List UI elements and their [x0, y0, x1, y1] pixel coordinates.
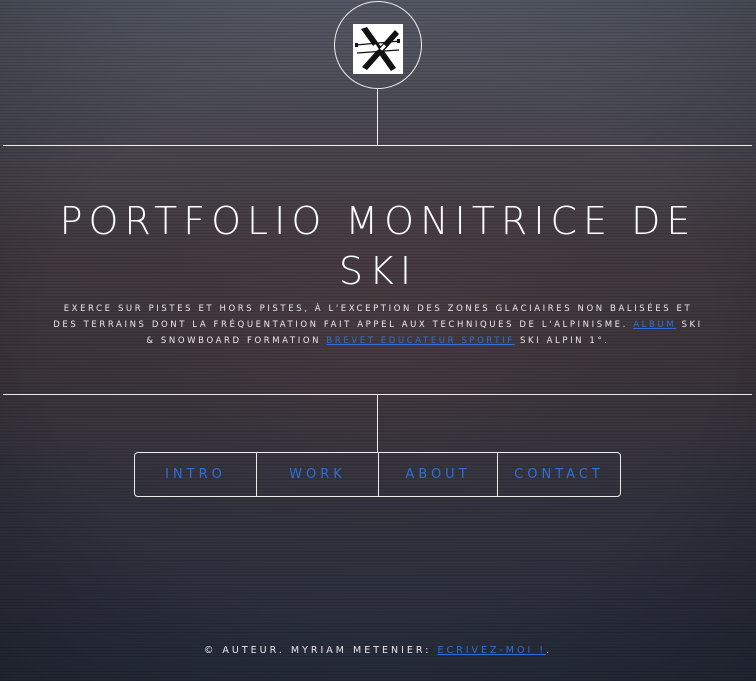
brevet-link[interactable]: BREVET EDUCATEUR SPORTIF: [326, 336, 514, 346]
contact-link[interactable]: ECRIVEZ-MOI !: [437, 645, 546, 656]
footer-trailing: .: [546, 645, 553, 656]
intro-text-1: EXERCE SUR PISTES ET HORS PISTES, À L'EX…: [53, 304, 693, 330]
nav-item-intro[interactable]: INTRO: [135, 453, 256, 496]
footer-copyright: © AUTEUR. MYRIAM METENIER:: [203, 645, 432, 656]
connector-line-nav: [377, 395, 378, 452]
nav-item-about[interactable]: ABOUT: [378, 453, 497, 496]
nav-item-work[interactable]: WORK: [256, 453, 378, 496]
main-nav: INTRO WORK ABOUT CONTACT: [134, 452, 621, 497]
page-title: PORTFOLIO MONITRICE DE SKI: [59, 199, 697, 293]
intro-text-3: SKI ALPIN 1°.: [520, 336, 610, 346]
divider-top: [3, 145, 752, 146]
crossed-skis-icon: [353, 24, 403, 74]
connector-line-top: [377, 89, 378, 145]
album-link[interactable]: ALBUM: [633, 320, 676, 330]
nav-item-contact[interactable]: CONTACT: [497, 453, 620, 496]
intro-description: EXERCE SUR PISTES ET HORS PISTES, À L'EX…: [52, 301, 704, 349]
footer: © AUTEUR. MYRIAM METENIER: ECRIVEZ-MOI !…: [0, 645, 756, 656]
